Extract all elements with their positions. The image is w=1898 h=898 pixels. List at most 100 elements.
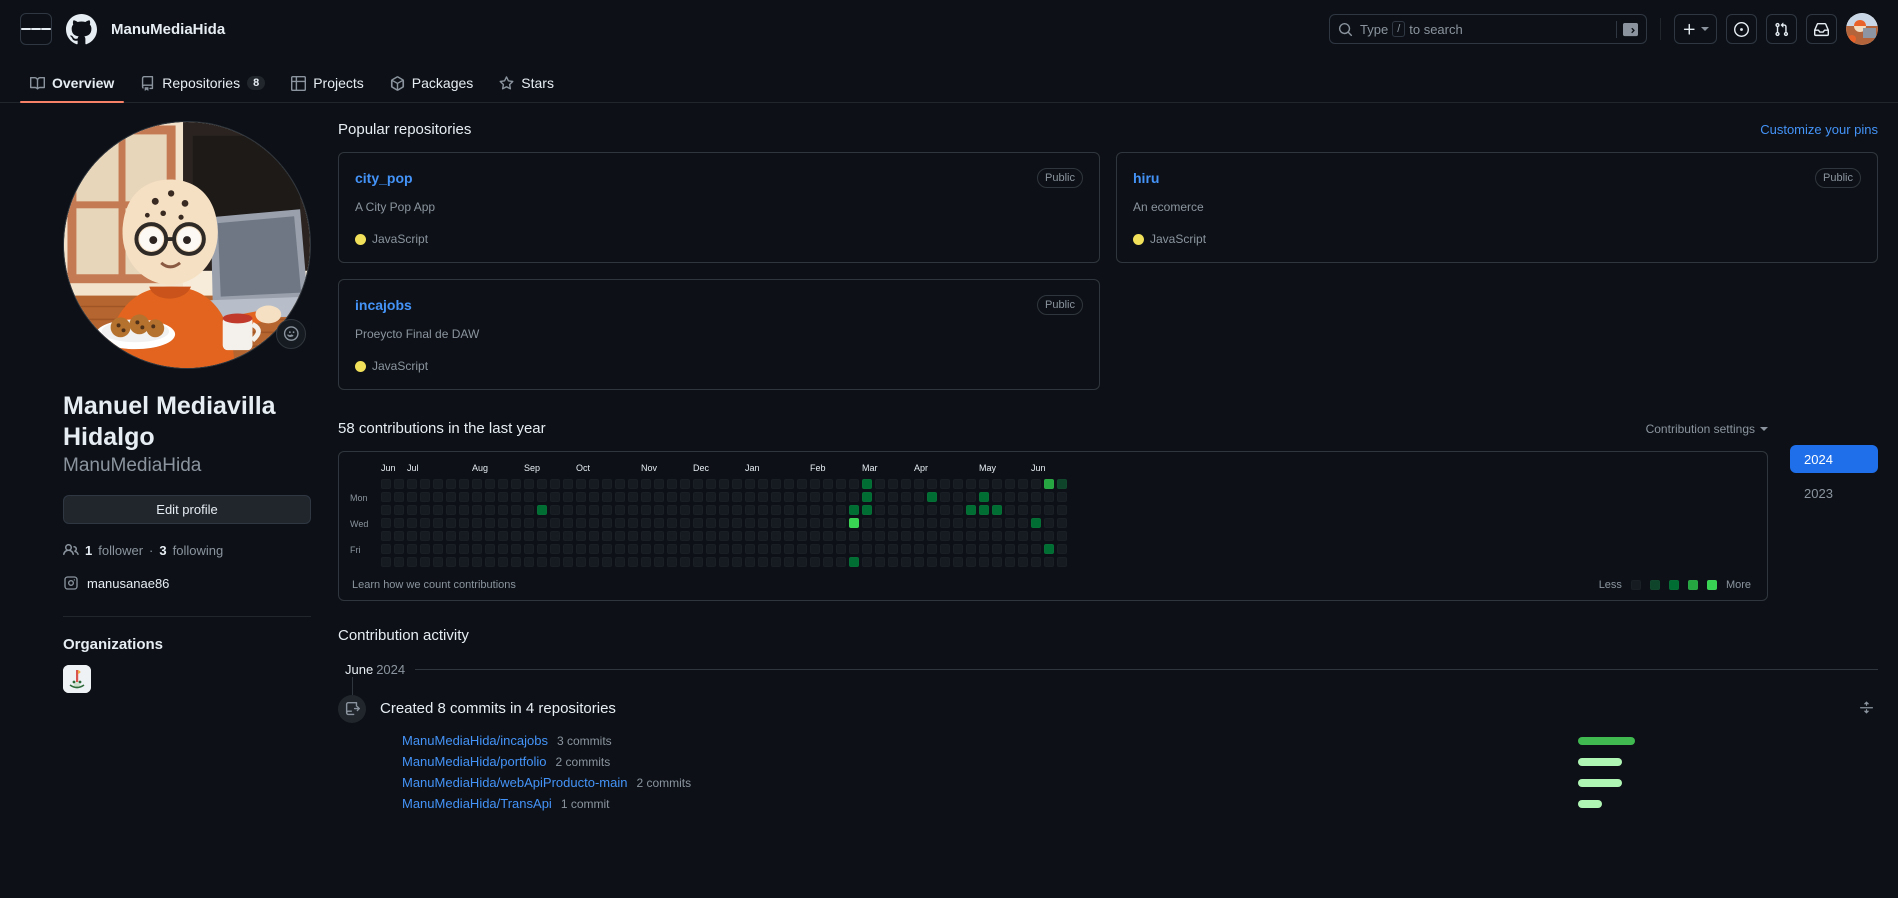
contribution-day-cell[interactable] (667, 492, 677, 502)
contribution-day-cell[interactable] (862, 544, 872, 554)
contribution-day-cell[interactable] (472, 492, 482, 502)
contribution-day-cell[interactable] (381, 492, 391, 502)
contribution-day-cell[interactable] (719, 492, 729, 502)
contribution-day-cell[interactable] (901, 479, 911, 489)
contribution-day-cell[interactable] (550, 518, 560, 528)
contribution-day-cell[interactable] (524, 492, 534, 502)
contribution-day-cell[interactable] (1005, 505, 1015, 515)
contribution-day-cell[interactable] (459, 505, 469, 515)
contribution-day-cell[interactable] (563, 505, 573, 515)
contribution-day-cell[interactable] (446, 531, 456, 541)
contribution-day-cell[interactable] (511, 557, 521, 567)
contribution-day-cell[interactable] (888, 505, 898, 515)
contribution-day-cell[interactable] (407, 557, 417, 567)
contribution-day-cell[interactable] (992, 518, 1002, 528)
following-label[interactable]: following (173, 543, 224, 558)
contribution-day-cell[interactable] (1057, 492, 1067, 502)
contribution-day-cell[interactable] (1044, 479, 1054, 489)
contribution-day-cell[interactable] (914, 518, 924, 528)
contribution-day-cell[interactable] (771, 479, 781, 489)
contribution-day-cell[interactable] (407, 531, 417, 541)
contribution-day-cell[interactable] (407, 492, 417, 502)
contribution-day-cell[interactable] (1018, 544, 1028, 554)
contribution-day-cell[interactable] (901, 505, 911, 515)
contribution-day-cell[interactable] (862, 518, 872, 528)
contribution-day-cell[interactable] (602, 479, 612, 489)
contribution-day-cell[interactable] (693, 531, 703, 541)
contribution-day-cell[interactable] (771, 557, 781, 567)
contribution-day-cell[interactable] (433, 492, 443, 502)
contribution-day-cell[interactable] (485, 557, 495, 567)
contribution-day-cell[interactable] (784, 479, 794, 489)
emoji-status-button[interactable] (276, 319, 306, 349)
contribution-day-cell[interactable] (511, 505, 521, 515)
contribution-day-cell[interactable] (823, 505, 833, 515)
contribution-day-cell[interactable] (602, 557, 612, 567)
contribution-day-cell[interactable] (420, 505, 430, 515)
contribution-day-cell[interactable] (888, 492, 898, 502)
contribution-day-cell[interactable] (641, 518, 651, 528)
contribution-day-cell[interactable] (1044, 492, 1054, 502)
contribution-day-cell[interactable] (836, 505, 846, 515)
contribution-day-cell[interactable] (472, 505, 482, 515)
contribution-day-cell[interactable] (836, 479, 846, 489)
contribution-day-cell[interactable] (394, 505, 404, 515)
contribution-day-cell[interactable] (654, 531, 664, 541)
contribution-day-cell[interactable] (1057, 518, 1067, 528)
contribution-day-cell[interactable] (888, 544, 898, 554)
contribution-day-cell[interactable] (901, 531, 911, 541)
contribution-day-cell[interactable] (940, 531, 950, 541)
contribution-day-cell[interactable] (979, 531, 989, 541)
contribution-day-cell[interactable] (524, 531, 534, 541)
contribution-day-cell[interactable] (966, 479, 976, 489)
contribution-day-cell[interactable] (420, 492, 430, 502)
contribution-day-cell[interactable] (1005, 544, 1015, 554)
contribution-day-cell[interactable] (732, 544, 742, 554)
contribution-day-cell[interactable] (732, 518, 742, 528)
contribution-day-cell[interactable] (797, 492, 807, 502)
contribution-day-cell[interactable] (875, 479, 885, 489)
contribution-day-cell[interactable] (589, 492, 599, 502)
contribution-day-cell[interactable] (615, 557, 625, 567)
contribution-day-cell[interactable] (1031, 479, 1041, 489)
contribution-day-cell[interactable] (927, 557, 937, 567)
contribution-day-cell[interactable] (693, 492, 703, 502)
contribution-day-cell[interactable] (901, 557, 911, 567)
contribution-day-cell[interactable] (511, 518, 521, 528)
contribution-day-cell[interactable] (758, 544, 768, 554)
contribution-day-cell[interactable] (771, 492, 781, 502)
contribution-day-cell[interactable] (615, 544, 625, 554)
contribution-day-cell[interactable] (719, 557, 729, 567)
contribution-day-cell[interactable] (680, 505, 690, 515)
contribution-day-cell[interactable] (953, 518, 963, 528)
contribution-day-cell[interactable] (1031, 518, 1041, 528)
header-owner-name[interactable]: ManuMediaHida (111, 21, 225, 38)
contribution-day-cell[interactable] (667, 544, 677, 554)
contribution-day-cell[interactable] (966, 531, 976, 541)
contribution-day-cell[interactable] (459, 518, 469, 528)
contribution-day-cell[interactable] (537, 557, 547, 567)
contribution-day-cell[interactable] (1018, 518, 1028, 528)
contribution-day-cell[interactable] (459, 479, 469, 489)
contribution-day-cell[interactable] (836, 492, 846, 502)
contribution-day-cell[interactable] (654, 505, 664, 515)
contribution-day-cell[interactable] (589, 557, 599, 567)
contribution-day-cell[interactable] (875, 557, 885, 567)
contribution-day-cell[interactable] (667, 505, 677, 515)
contribution-day-cell[interactable] (927, 505, 937, 515)
profile-avatar[interactable] (63, 121, 311, 369)
contribution-day-cell[interactable] (862, 531, 872, 541)
contribution-day-cell[interactable] (758, 531, 768, 541)
contribution-day-cell[interactable] (1005, 531, 1015, 541)
contribution-day-cell[interactable] (836, 518, 846, 528)
contribution-day-cell[interactable] (1031, 492, 1041, 502)
contribution-day-cell[interactable] (732, 531, 742, 541)
contribution-day-cell[interactable] (979, 492, 989, 502)
contribution-day-cell[interactable] (485, 492, 495, 502)
contribution-day-cell[interactable] (654, 518, 664, 528)
tab-repositories[interactable]: Repositories 8 (130, 75, 275, 102)
contribution-day-cell[interactable] (433, 518, 443, 528)
contribution-day-cell[interactable] (485, 544, 495, 554)
contribution-day-cell[interactable] (498, 492, 508, 502)
contribution-day-cell[interactable] (875, 518, 885, 528)
